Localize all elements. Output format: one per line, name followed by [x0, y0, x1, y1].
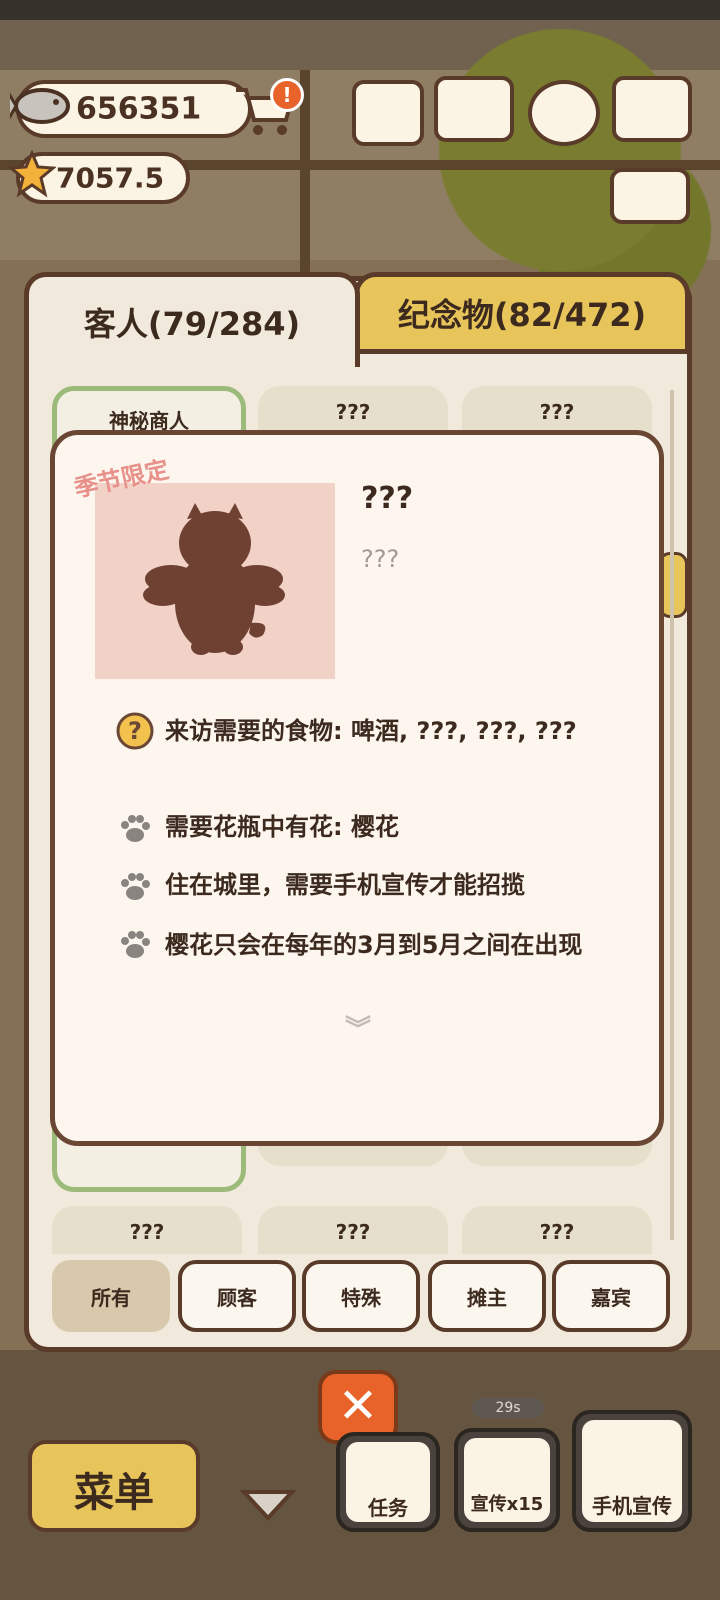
- sort-toggle-icon[interactable]: [610, 168, 690, 224]
- requirement-location: 住在城里，需要手机宣传才能招揽: [165, 871, 525, 899]
- promo-count-label: 宣传x15: [470, 1494, 544, 1515]
- phone-promo-button[interactable]: 手机宣传: [572, 1410, 692, 1532]
- card-label: ???: [335, 400, 371, 424]
- cat-silhouette-icon: [143, 503, 285, 655]
- tasks-label: 任务: [368, 1496, 408, 1520]
- fish-icon: [10, 88, 70, 124]
- requirement-season: 樱花只会在每年的3月到5月之间在出现: [165, 931, 583, 959]
- guest-detail-popup: 季节限定 ??? ??? ? 来访需要的食物: 啤酒, ???, ???, ??…: [50, 430, 664, 1146]
- alert-badge-icon: !: [270, 78, 304, 112]
- paw-icon: [121, 931, 150, 958]
- star-count: 7057.5: [56, 161, 165, 195]
- promo-timer: 29s: [472, 1398, 544, 1418]
- scroll-more-chevron-icon[interactable]: ︾: [345, 1009, 371, 1046]
- guest-card[interactable]: ???: [52, 1206, 242, 1254]
- promo-button[interactable]: 宣传x15: [454, 1428, 560, 1532]
- svg-text:?: ?: [128, 717, 142, 745]
- filter-customers[interactable]: 顾客: [178, 1260, 296, 1332]
- guest-portrait: [95, 483, 335, 679]
- requirement-flower: 需要花瓶中有花: 樱花: [165, 813, 399, 841]
- tab-souvenirs[interactable]: 纪念物(82/472): [354, 272, 690, 354]
- scroll-track: [670, 390, 674, 1240]
- card-label: ???: [539, 1220, 575, 1244]
- guest-card[interactable]: ???: [258, 1206, 448, 1254]
- paw-icon: [121, 873, 150, 900]
- guest-subtitle: ???: [361, 545, 400, 573]
- menu-button[interactable]: 菜单: [28, 1440, 200, 1532]
- filter-vendors[interactable]: 摊主: [428, 1260, 546, 1332]
- guest-book-icon[interactable]: [434, 76, 514, 142]
- tasks-button[interactable]: 任务: [336, 1432, 440, 1532]
- paw-icon: [121, 815, 150, 842]
- phone-promo-label: 手机宣传: [592, 1494, 672, 1518]
- settings-gear-icon[interactable]: [528, 80, 600, 146]
- profile-card-icon[interactable]: [352, 80, 424, 146]
- card-label: ???: [335, 1220, 371, 1244]
- collapse-down-icon[interactable]: [240, 1484, 296, 1524]
- guest-card[interactable]: ???: [462, 1206, 652, 1254]
- filter-all[interactable]: 所有: [52, 1260, 170, 1332]
- tab-guests[interactable]: 客人(79/284): [24, 272, 360, 367]
- card-label: ???: [129, 1220, 165, 1244]
- menu-label: 菜单: [74, 1470, 154, 1516]
- star-icon: [8, 150, 56, 198]
- filter-guests-vip[interactable]: 嘉宾: [552, 1260, 670, 1332]
- map-icon[interactable]: [612, 76, 692, 142]
- requirement-food: 来访需要的食物: 啤酒, ???, ???, ???: [165, 717, 577, 745]
- guest-name: ???: [361, 481, 414, 516]
- question-mark-icon: ?: [116, 712, 154, 750]
- fish-count: 656351: [76, 91, 202, 127]
- card-label: ???: [539, 400, 575, 424]
- filter-special[interactable]: 特殊: [302, 1260, 420, 1332]
